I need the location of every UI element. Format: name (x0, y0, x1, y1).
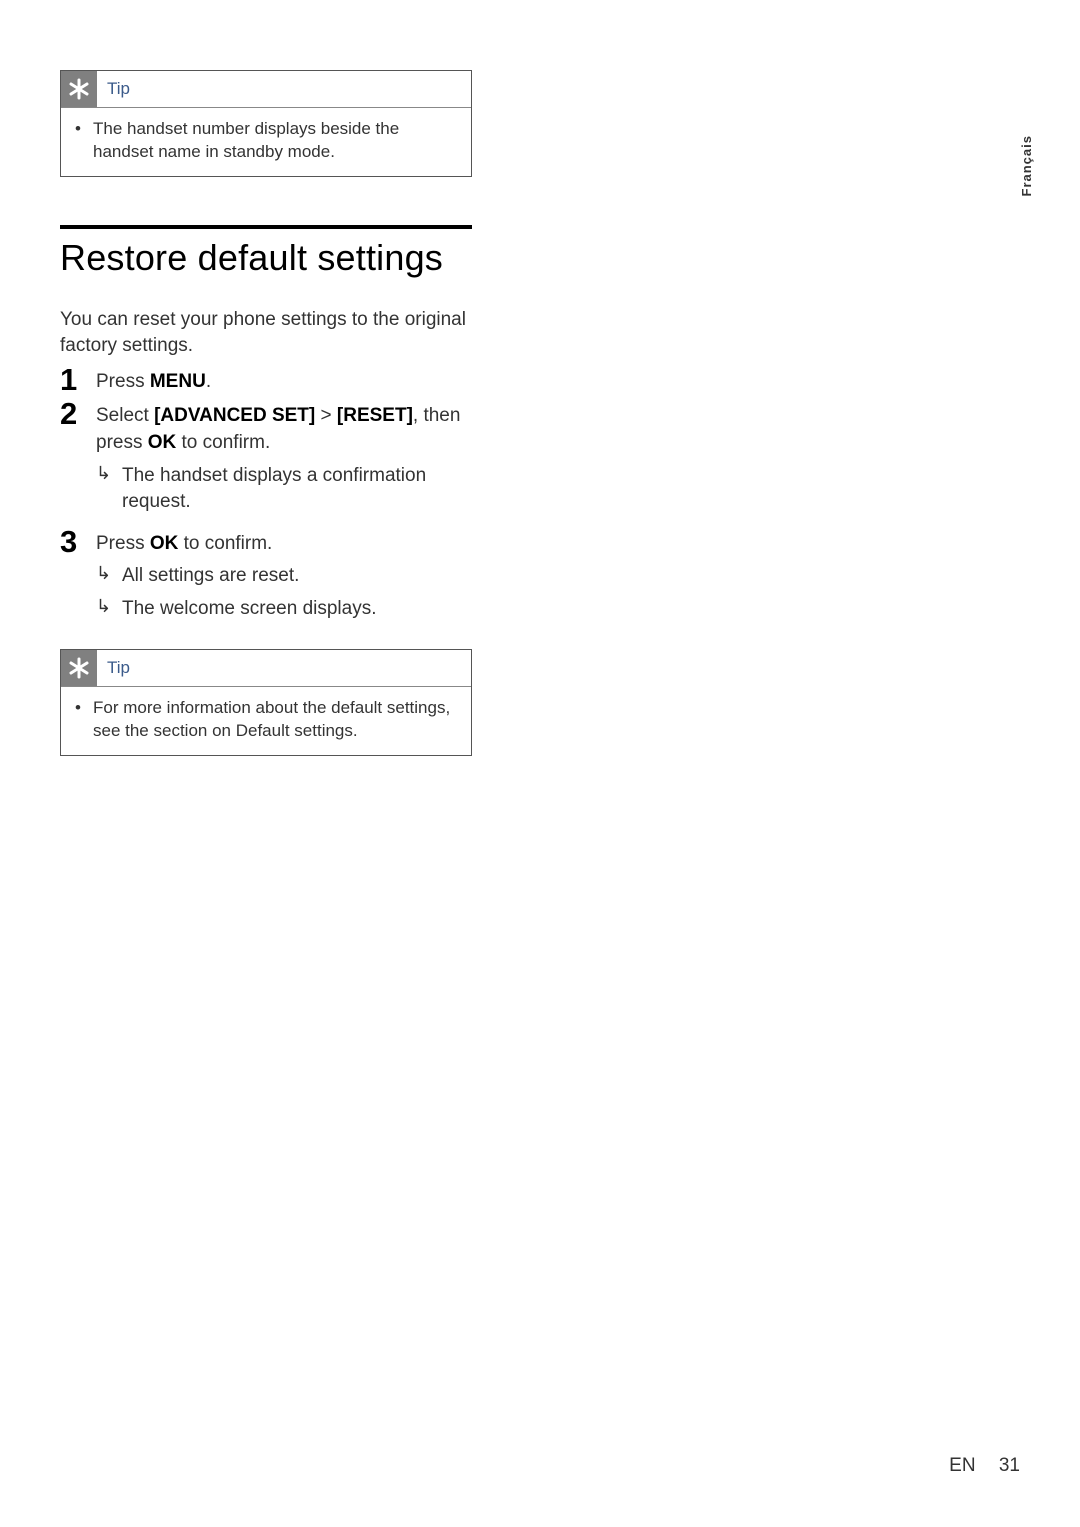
step-number: 2 (60, 398, 96, 457)
advanced-set-label: [ADVANCED SET] (154, 405, 315, 426)
tip-body: • The handset number displays beside the… (61, 108, 471, 176)
menu-label: MENU (150, 371, 206, 392)
step-text: . (206, 371, 211, 392)
ok-label: OK (148, 432, 177, 453)
step-text: to confirm. (176, 432, 270, 453)
tip-body: • For more information about the default… (61, 687, 471, 755)
step-1: 1 Press MENU. (60, 364, 472, 396)
ok-label: OK (150, 533, 179, 554)
tip-box-2: Tip • For more information about the def… (60, 649, 472, 756)
asterisk-icon (61, 71, 97, 107)
section-divider (60, 225, 472, 229)
step-text: Select (96, 405, 154, 426)
tip-text: The handset number displays beside the h… (93, 118, 457, 164)
asterisk-icon (61, 650, 97, 686)
side-language-tab: Français (1019, 135, 1034, 196)
step-number: 1 (60, 364, 96, 396)
arrow-icon: ↳ (96, 563, 122, 590)
step-2-result: ↳ The handset displays a confirmation re… (96, 463, 472, 516)
bullet-icon: • (75, 118, 93, 164)
page-number: 31 (999, 1455, 1020, 1476)
step-2: 2 Select [ADVANCED SET] > [RESET], then … (60, 398, 472, 457)
step-text: > (315, 405, 337, 426)
result-text: The welcome screen displays. (122, 596, 377, 623)
page-footer: EN 31 (949, 1455, 1020, 1477)
arrow-icon: ↳ (96, 596, 122, 623)
bullet-icon: • (75, 697, 93, 743)
tip-label: Tip (97, 79, 130, 99)
result-text: All settings are reset. (122, 563, 299, 590)
tip-box-1: Tip • The handset number displays beside… (60, 70, 472, 177)
step-text: Press (96, 371, 150, 392)
tip-label: Tip (97, 658, 130, 678)
step-3-result-1: ↳ All settings are reset. (96, 563, 472, 590)
step-text: Press (96, 533, 150, 554)
arrow-icon: ↳ (96, 463, 122, 516)
step-number: 3 (60, 526, 96, 558)
step-body: Press MENU. (96, 364, 211, 396)
intro-text: You can reset your phone settings to the… (60, 307, 472, 360)
reset-label: [RESET] (337, 405, 413, 426)
step-body: Select [ADVANCED SET] > [RESET], then pr… (96, 398, 472, 457)
section-title: Restore default settings (60, 237, 472, 279)
result-text: The handset displays a confirmation requ… (122, 463, 472, 516)
step-3-result-2: ↳ The welcome screen displays. (96, 596, 472, 623)
step-text: to confirm. (178, 533, 272, 554)
step-body: Press OK to confirm. (96, 526, 272, 558)
step-3: 3 Press OK to confirm. (60, 526, 472, 558)
tip-header: Tip (61, 71, 471, 108)
tip-header: Tip (61, 650, 471, 687)
footer-language: EN (949, 1455, 975, 1476)
tip-text: For more information about the default s… (93, 697, 457, 743)
